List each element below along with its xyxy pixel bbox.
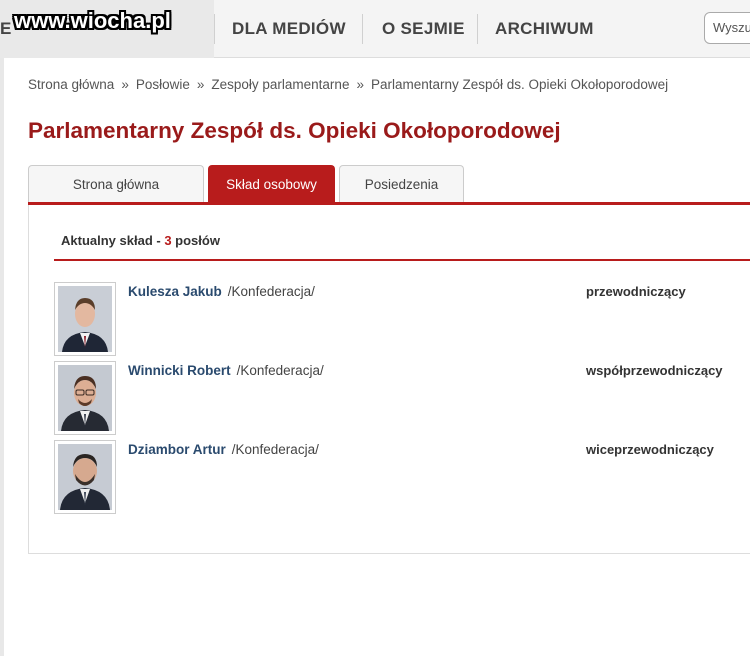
breadcrumb-home[interactable]: Strona główna — [28, 77, 114, 92]
member-name-link[interactable]: Kulesza Jakub/Konfederacja/ — [128, 284, 315, 299]
member-party: /Konfederacja/ — [227, 284, 315, 299]
nav-item-o-sejmie[interactable]: O SEJMIE — [382, 0, 465, 58]
page-title: Parlamentarny Zespół ds. Opieki Okołopor… — [28, 118, 561, 143]
breadcrumb-zespoly[interactable]: Zespoły parlamentarne — [211, 77, 349, 92]
breadcrumb-separator: » — [196, 77, 205, 92]
breadcrumb-current: Parlamentarny Zespół ds. Opieki Okołopor… — [370, 77, 669, 92]
member-name: Dziambor Artur — [128, 442, 226, 457]
nav-item-dla-mediow[interactable]: DLA MEDIÓW — [232, 0, 346, 58]
member-row: Winnicki Robert/Konfederacja/ współprzew… — [54, 361, 750, 435]
member-role: przewodniczący — [586, 284, 686, 299]
nav-divider — [362, 14, 363, 44]
breadcrumb-separator: » — [356, 77, 364, 92]
member-row: Dziambor Artur/Konfederacja/ wiceprzewod… — [54, 440, 750, 514]
portrait-image — [58, 444, 112, 510]
member-name: Kulesza Jakub — [128, 284, 222, 299]
breadcrumb-poslowie[interactable]: Posłowie — [136, 77, 190, 92]
member-party: /Konfederacja/ — [231, 442, 319, 457]
tab-posiedzenia[interactable]: Posiedzenia — [339, 165, 464, 203]
portrait-image — [58, 286, 112, 352]
search-input[interactable]: Wyszu — [704, 12, 750, 44]
tab-strona-glowna[interactable]: Strona główna — [28, 165, 204, 203]
nav-divider — [214, 14, 215, 44]
member-party: /Konfederacja/ — [236, 363, 324, 378]
portrait-image — [58, 365, 112, 431]
section-divider — [54, 259, 750, 261]
member-photo[interactable] — [54, 282, 116, 356]
composition-prefix: Aktualny skład - — [61, 233, 165, 248]
member-name: Winnicki Robert — [128, 363, 231, 378]
member-role: współprzewodniczący — [586, 363, 723, 378]
nav-divider — [477, 14, 478, 44]
tab-sklad-osobowy[interactable]: Skład osobowy — [208, 165, 335, 203]
nav-item-archiwum[interactable]: ARCHIWUM — [495, 0, 594, 58]
member-role: wiceprzewodniczący — [586, 442, 714, 457]
member-name-link[interactable]: Winnicki Robert/Konfederacja/ — [128, 363, 324, 378]
member-row: Kulesza Jakub/Konfederacja/ przewodniczą… — [54, 282, 750, 356]
breadcrumb: Strona główna » Posłowie » Zespoły parlament… — [28, 77, 668, 92]
composition-number: 3 — [164, 233, 172, 248]
breadcrumb-separator: » — [121, 77, 129, 92]
composition-suffix: posłów — [171, 233, 220, 248]
top-navigation: E www.wiocha.pl DLA MEDIÓW O SEJMIE ARCH… — [0, 0, 750, 58]
member-photo[interactable] — [54, 361, 116, 435]
member-photo[interactable] — [54, 440, 116, 514]
composition-count: Aktualny skład - 3 posłów — [61, 233, 220, 248]
watermark-logo: www.wiocha.pl — [14, 8, 171, 33]
nav-item-current-label: E — [0, 19, 12, 38]
left-edge-strip — [0, 58, 4, 656]
member-name-link[interactable]: Dziambor Artur/Konfederacja/ — [128, 442, 319, 457]
